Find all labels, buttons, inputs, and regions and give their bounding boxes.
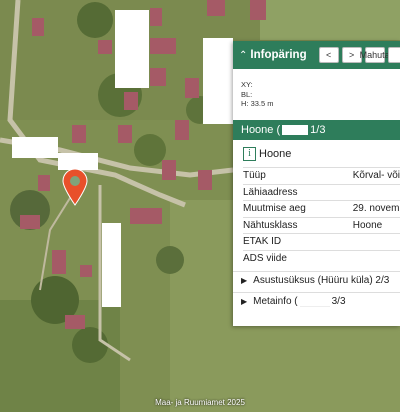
feature-type-row: i Hoone [233, 144, 400, 164]
redacted-id [282, 125, 309, 135]
feature-header[interactable]: Hoone ( 1/3 [233, 120, 400, 140]
attr-value: Hoone [352, 216, 400, 234]
table-row: Nähtusklass Hoone [243, 216, 400, 234]
attr-key: ADS viide [243, 249, 353, 266]
feature-name: Hoone ( [241, 124, 281, 136]
feature-type: Hoone [259, 148, 292, 160]
info-icon: i [243, 147, 256, 161]
bl-label: BL: [241, 89, 253, 99]
attr-value: 29. novem [352, 200, 400, 217]
redacted-id [299, 296, 330, 307]
more-button[interactable] [387, 47, 400, 63]
prev-button[interactable]: < [318, 47, 339, 63]
attr-value [352, 233, 400, 250]
section-asustusuksus[interactable]: ▶ Asustusüksus (Hüüru küla) 2/3 [233, 271, 400, 289]
section-metainfo[interactable]: ▶ Metainfo ( 3/3 [233, 292, 400, 310]
section-label: Asustusüksus (Hüüru küla) 2/3 [253, 275, 390, 286]
redaction-block [115, 10, 149, 88]
feature-counter: 1/3 [310, 124, 326, 136]
table-row: Lähiaadress [243, 183, 400, 201]
section-counter: 3/3 [331, 296, 346, 307]
height-label: H: 33.5 m [241, 99, 274, 108]
panel-title: Infopäring [250, 49, 307, 61]
fit-button[interactable]: Mahuta [360, 47, 390, 63]
section-label: Metainfo ( [253, 296, 298, 307]
table-row: Tüüp Kõrval- või [243, 167, 400, 184]
coordinates-block: XY: BL: H: 33.5 m [233, 69, 400, 120]
table-row: ADS viide [243, 249, 400, 266]
xy-label: XY: [241, 80, 253, 89]
redaction-block [12, 137, 58, 158]
attr-value: Kõrval- või [352, 167, 400, 184]
attr-key: Tüüp [243, 167, 353, 184]
triangle-right-icon: ▶ [241, 297, 248, 306]
attr-key: Muutmise aeg [243, 200, 353, 217]
attr-key: ETAK ID [243, 233, 353, 250]
chevron-up-icon[interactable]: ⌃ [239, 50, 247, 61]
attr-key: Nähtusklass [243, 216, 353, 234]
attribute-table: Tüüp Kõrval- või Lähiaadress Muutmise ae… [243, 167, 400, 266]
table-row: Muutmise aeg 29. novem [243, 200, 400, 217]
map-attribution: Maa- ja Ruumiamet 2025 [155, 398, 245, 407]
attr-key: Lähiaadress [243, 183, 353, 201]
panel-header: ⌃ Infopäring < > Mahuta [233, 41, 400, 69]
attr-value [352, 249, 400, 266]
table-row: ETAK ID [243, 233, 400, 250]
redaction-block [203, 38, 233, 124]
map-pin-icon[interactable] [62, 168, 88, 206]
attr-value [352, 183, 400, 201]
info-query-panel: ⌃ Infopäring < > Mahuta XY: BL: H: 33.5 … [233, 41, 400, 326]
redaction-block [102, 223, 121, 307]
triangle-right-icon: ▶ [241, 276, 248, 285]
